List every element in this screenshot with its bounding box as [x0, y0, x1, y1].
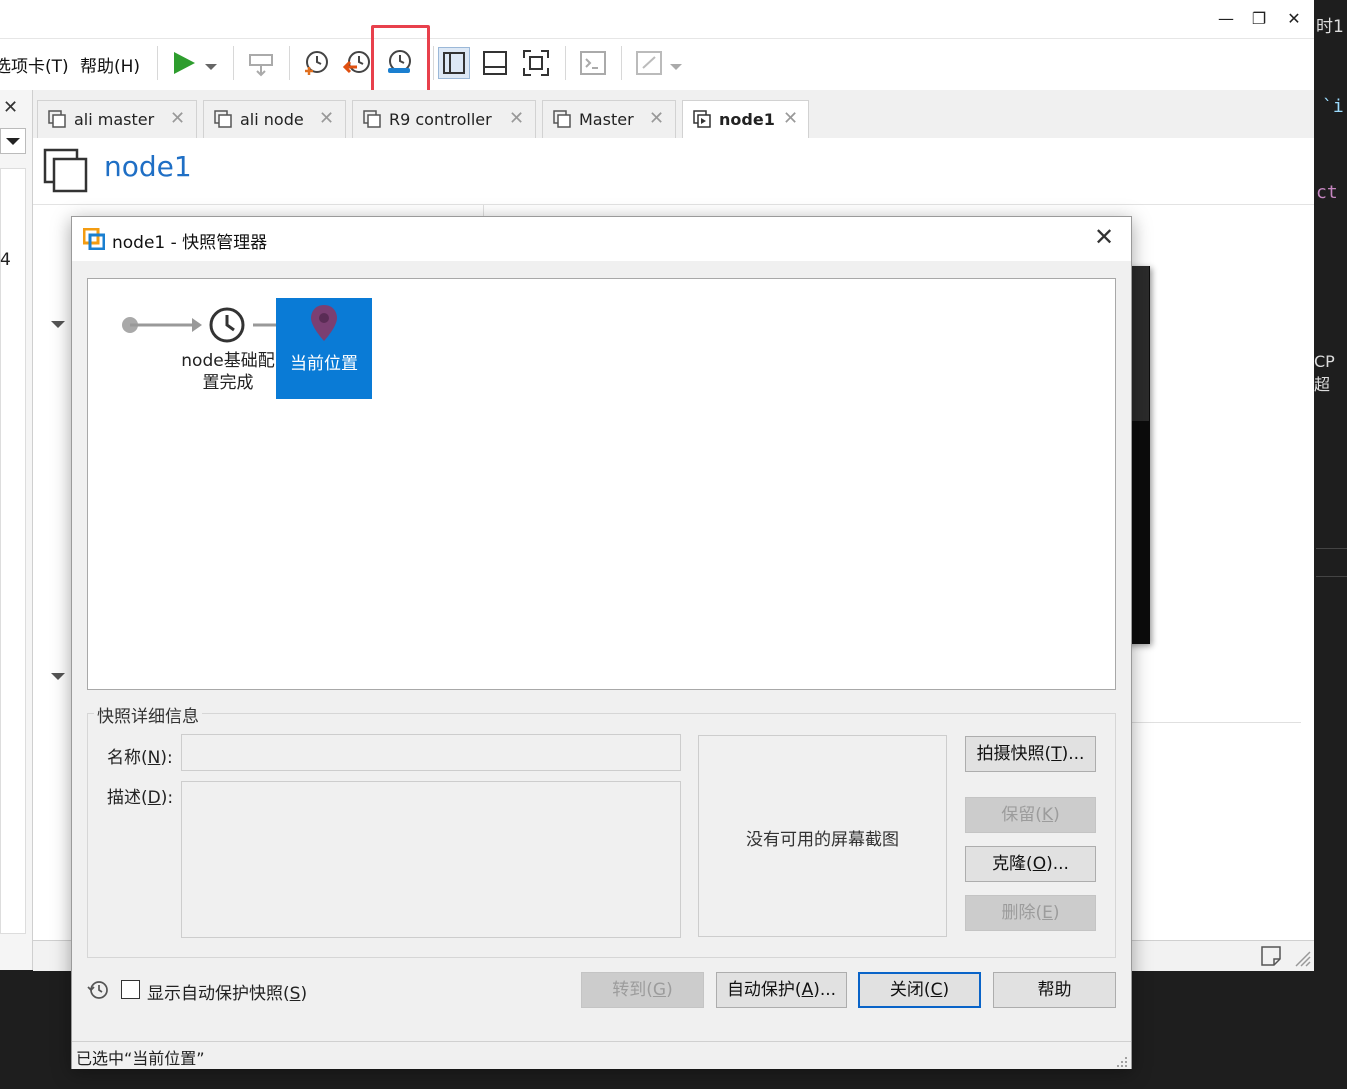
snapshot-label-line1: node基础配	[181, 351, 275, 371]
console-icon[interactable]	[577, 47, 609, 79]
tab-r9-controller[interactable]: R9 controller ✕	[352, 100, 536, 138]
vmware-logo-icon	[82, 227, 106, 254]
current-position-node[interactable]: 当前位置	[276, 298, 372, 399]
screenshot-preview: 没有可用的屏幕截图	[698, 735, 947, 937]
snapshot-manager-dialog: node1 - 快照管理器 ✕ node基础配 置完成 当前位置 快照详细信息 …	[71, 216, 1132, 1069]
tab-label: node1	[719, 110, 775, 129]
details-group-label: 快照详细信息	[94, 702, 202, 727]
code-divider	[1316, 576, 1347, 577]
notes-icon[interactable]	[1260, 945, 1282, 971]
tab-node1[interactable]: node1 ✕	[682, 100, 809, 138]
close-button[interactable]: 关闭(C)	[858, 972, 981, 1008]
snapshot-root-icon	[122, 317, 202, 333]
revert-snapshot-icon[interactable]	[341, 47, 373, 79]
goto-button[interactable]: 转到(G)	[581, 972, 704, 1008]
snapshot-label[interactable]: node基础配 置完成	[180, 350, 276, 394]
restore-button[interactable]: ❐	[1245, 6, 1273, 32]
stretch-dropdown-icon[interactable]	[669, 57, 683, 76]
delete-button[interactable]: 删除(E)	[965, 895, 1096, 931]
collapse-arrow-icon[interactable]	[50, 316, 66, 335]
code-divider	[1316, 548, 1347, 549]
tab-label: Master	[579, 110, 634, 129]
code-snippet: ct	[1316, 182, 1338, 203]
dialog-status-bar	[72, 1041, 1131, 1069]
description-field[interactable]	[181, 781, 681, 938]
library-snippet: 4	[0, 250, 11, 270]
collapse-arrow-icon[interactable]	[50, 668, 66, 687]
divider	[1132, 722, 1301, 723]
play-icon[interactable]	[168, 47, 200, 79]
code-snippet: CP超	[1314, 352, 1335, 394]
tab-label: R9 controller	[389, 110, 492, 129]
dialog-status-text: 已选中“当前位置”	[76, 1049, 205, 1068]
tab-label: ali master	[74, 110, 155, 129]
autoprotect-button[interactable]: 自动保护(A)...	[716, 972, 847, 1008]
tab-master[interactable]: Master ✕	[542, 100, 676, 138]
take-snapshot-button[interactable]: 拍摄快照(T)...	[965, 736, 1096, 772]
snapshot-clock-icon[interactable]	[207, 305, 247, 349]
snapshot-label-line2: 置完成	[202, 373, 254, 393]
library-view-icon[interactable]	[438, 47, 470, 79]
tab-close-icon[interactable]: ✕	[170, 108, 185, 129]
tab-close-icon[interactable]: ✕	[783, 108, 798, 129]
fullscreen-icon[interactable]	[520, 47, 552, 79]
library-close-icon[interactable]: ✕	[3, 97, 18, 118]
vm-header	[33, 138, 1314, 205]
minimize-button[interactable]: —	[1212, 6, 1240, 32]
snapshot-tree[interactable]: node基础配 置完成 当前位置	[87, 278, 1116, 690]
description-label: 描述(D):	[107, 788, 174, 808]
vm-screen-thumbnail-top	[1131, 266, 1149, 421]
tab-close-icon[interactable]: ✕	[319, 108, 334, 129]
vm-icon	[48, 110, 66, 128]
current-position-label: 当前位置	[290, 354, 358, 374]
tab-label: ali node	[240, 110, 304, 129]
vm-icon	[363, 110, 381, 128]
vm-icon	[214, 110, 232, 128]
thumbnail-view-icon[interactable]	[479, 47, 511, 79]
dialog-close-icon[interactable]: ✕	[1094, 223, 1114, 251]
tab-close-icon[interactable]: ✕	[649, 108, 664, 129]
menu-tabs[interactable]: 选项卡(T)	[0, 52, 69, 77]
toolbar-separator	[157, 46, 158, 80]
name-field[interactable]	[181, 734, 681, 771]
show-autoprotect-label[interactable]: 显示自动保护快照(S)	[147, 979, 307, 1004]
keep-button[interactable]: 保留(K)	[965, 797, 1096, 833]
menu-help[interactable]: 帮助(H)	[80, 52, 140, 77]
code-editor-strip	[1314, 0, 1347, 1089]
toolbar-separator	[433, 46, 434, 80]
tab-ali-node[interactable]: ali node ✕	[203, 100, 346, 138]
chevron-down-icon	[6, 138, 20, 145]
code-snippet: 时1	[1316, 17, 1344, 37]
tab-close-icon[interactable]: ✕	[509, 108, 524, 129]
tab-ali-master[interactable]: ali master ✕	[37, 100, 197, 138]
vm-running-icon	[693, 110, 711, 128]
close-window-button[interactable]: ✕	[1280, 6, 1308, 32]
location-pin-icon	[311, 305, 337, 341]
library-dropdown[interactable]	[0, 128, 26, 154]
name-label: 名称(N):	[107, 748, 173, 768]
help-button[interactable]: 帮助	[993, 972, 1116, 1008]
toolbar-separator	[233, 46, 234, 80]
library-tree	[0, 168, 26, 934]
stretch-icon[interactable]	[633, 47, 665, 79]
vm-title: node1	[104, 150, 192, 183]
toolbar-separator	[565, 46, 566, 80]
show-autoprotect-checkbox[interactable]	[121, 980, 140, 999]
toolbar-separator	[289, 46, 290, 80]
no-screenshot-text: 没有可用的屏幕截图	[746, 830, 899, 850]
dialog-resize-grip-icon[interactable]	[1116, 1053, 1128, 1072]
send-keys-icon[interactable]	[245, 47, 277, 79]
vm-large-icon	[43, 148, 89, 198]
toolbar-separator	[621, 46, 622, 80]
take-snapshot-icon[interactable]	[300, 47, 332, 79]
autoprotect-history-icon	[87, 979, 109, 1005]
play-dropdown-icon[interactable]	[204, 57, 218, 76]
title-bar	[0, 0, 1314, 39]
vm-icon	[553, 110, 571, 128]
clone-button[interactable]: 克隆(O)...	[965, 846, 1096, 882]
code-snippet: `i	[1322, 96, 1344, 117]
resize-grip-icon[interactable]	[1294, 950, 1312, 972]
dialog-title: node1 - 快照管理器	[112, 233, 268, 253]
